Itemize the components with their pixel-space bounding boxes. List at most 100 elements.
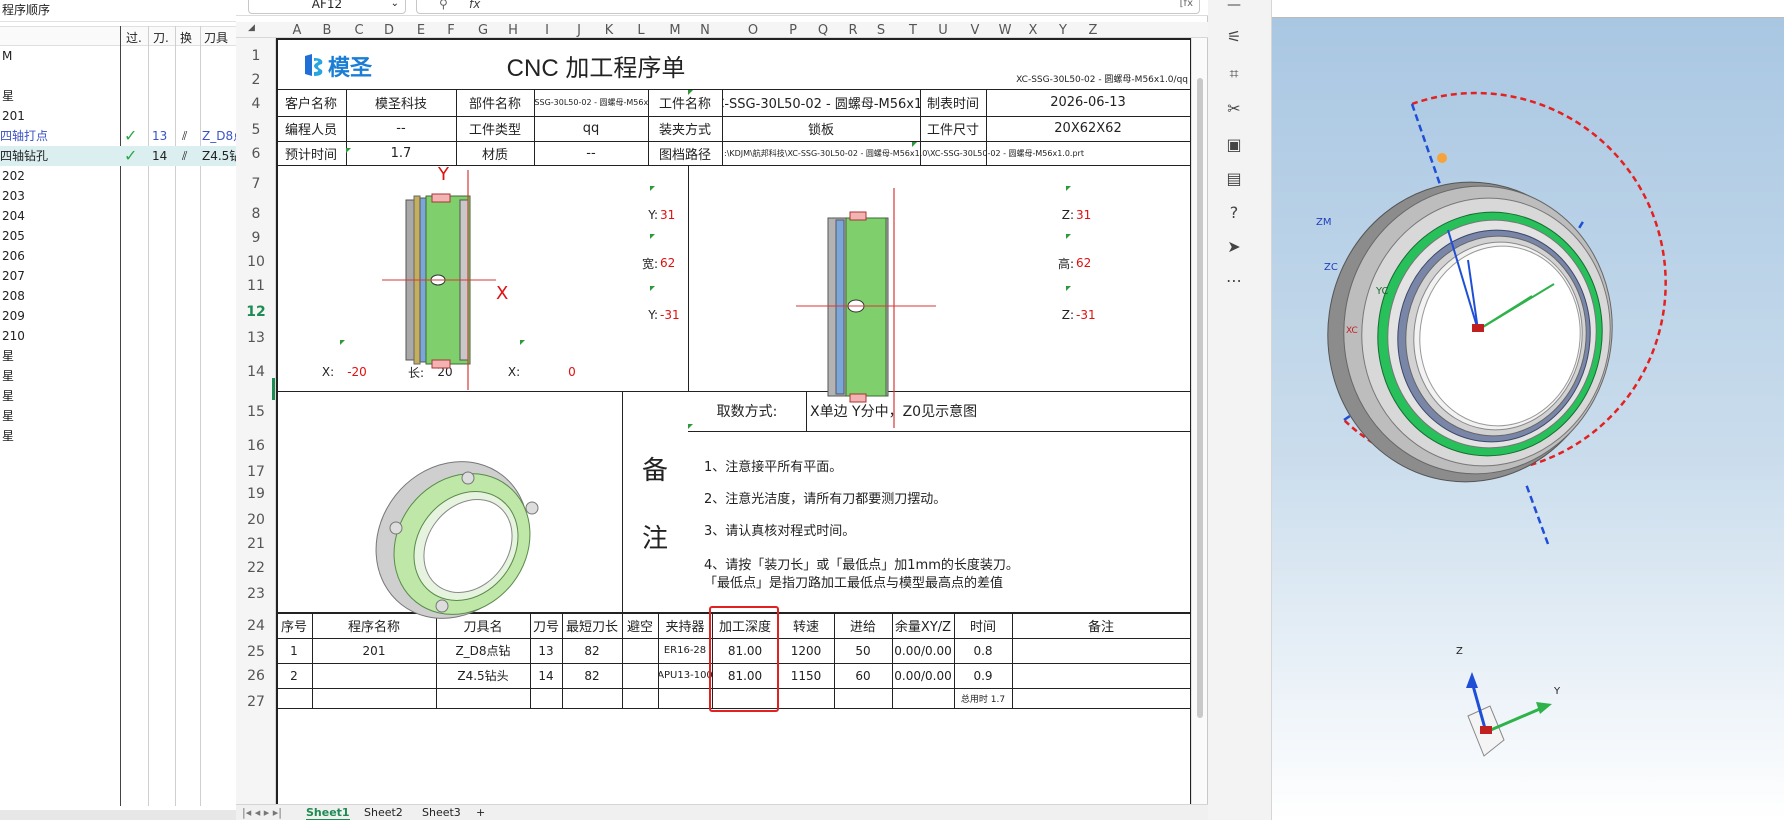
column-header[interactable]: 刀具 (204, 29, 228, 46)
table-cell[interactable]: 0.8 (954, 638, 1012, 663)
pointer-icon[interactable]: ➤ (1222, 234, 1246, 258)
navigator-row[interactable]: 201 (0, 106, 239, 126)
table-cell[interactable]: 201 (312, 638, 436, 663)
table-cell[interactable] (622, 638, 658, 663)
row-header[interactable]: 27 (236, 694, 276, 710)
table-cell[interactable]: ER16-28 (658, 638, 712, 663)
value-cell[interactable]: 模圣科技 (346, 89, 456, 116)
row-header[interactable]: 22 (236, 560, 276, 576)
value-cell[interactable]: 锁板 (722, 116, 920, 141)
row-header[interactable]: 14 (236, 364, 276, 380)
note-line[interactable]: 3、请认真核对程式时间。 (704, 520, 1184, 539)
navigator-row[interactable]: 207 (0, 266, 239, 286)
note-line[interactable]: 2、注意光洁度，请所有刀都要测刀摆动。 (704, 488, 1184, 507)
document-icon[interactable]: ▣ (1222, 132, 1246, 156)
table-cell[interactable]: 0.00/0.00 (892, 638, 954, 663)
label-cell[interactable]: 部件名称 (456, 89, 534, 116)
dim-value[interactable]: -20 (342, 363, 372, 381)
table-cell[interactable] (1012, 663, 1190, 688)
dim-label[interactable]: 高: (1048, 254, 1074, 272)
navigator-row[interactable]: 209 (0, 306, 239, 326)
navigator-row[interactable]: 星 (0, 386, 239, 406)
label-cell[interactable]: 工件尺寸 (920, 116, 986, 141)
3d-viewport[interactable]: ZM ZC YC XC Z Y (1272, 0, 1784, 820)
sliders-icon[interactable]: ⚟ (1222, 24, 1246, 48)
table-cell[interactable]: APU13-100 (658, 663, 712, 688)
row-header[interactable]: 17 (236, 464, 276, 480)
row-header[interactable]: 16 (236, 438, 276, 454)
row-header[interactable]: 8 (236, 206, 276, 222)
dim-value[interactable]: 31 (660, 206, 700, 224)
remarks-title[interactable]: 备 (622, 448, 688, 488)
column-header[interactable]: M (666, 23, 684, 38)
column-header[interactable]: S (872, 23, 890, 38)
column-header[interactable]: B (318, 23, 336, 38)
column-header[interactable]: R (844, 23, 862, 38)
row-header[interactable]: 19 (236, 486, 276, 502)
navigator-row[interactable] (0, 66, 239, 86)
value-cell[interactable]: -- (534, 141, 648, 165)
value-cell[interactable]: 2026-06-13 (986, 89, 1190, 116)
row-header[interactable]: 9 (236, 230, 276, 246)
column-header[interactable]: 刀. (153, 29, 169, 46)
note-line[interactable]: 4、请按「装刀长」或「最低点」加1mm的长度装刀。 (704, 554, 1184, 573)
row-header[interactable]: 5 (236, 122, 276, 138)
table-header[interactable]: 转速 (778, 613, 834, 638)
column-header[interactable]: K (600, 23, 618, 38)
label-cell[interactable]: 图档路径 (648, 141, 722, 165)
table-cell[interactable] (622, 663, 658, 688)
row-header[interactable]: 10 (236, 254, 276, 270)
value-cell[interactable]: 1.7 (346, 141, 456, 165)
navigator-row[interactable]: M (0, 46, 239, 66)
row-header[interactable]: 25 (236, 644, 276, 660)
navigator-row[interactable]: 210 (0, 326, 239, 346)
row-header[interactable]: 12 (236, 304, 276, 320)
table-header[interactable]: 余量XY/Z (892, 613, 954, 638)
label-cell[interactable]: 编程人员 (276, 116, 346, 141)
column-header[interactable]: A (288, 23, 306, 38)
dim-label[interactable]: 宽: (632, 254, 658, 272)
navigator-row[interactable]: 星 (0, 346, 239, 366)
navigator-row[interactable]: 四轴钻孔 ✓ 14 ⫽ Z4.5钻 (0, 146, 239, 166)
table-cell[interactable]: 2 (276, 663, 312, 688)
table-cell[interactable]: 60 (834, 663, 892, 688)
pickup-label[interactable]: 取数方式: (688, 391, 806, 431)
navigator-row[interactable]: 四轴打点 ✓ 13 ⫽ Z_D8点 (0, 126, 239, 146)
table-cell[interactable]: 14 (530, 663, 562, 688)
navigator-row[interactable]: 205 (0, 226, 239, 246)
tab-sheet3[interactable]: Sheet3 (422, 806, 461, 819)
row-header[interactable]: 23 (236, 586, 276, 602)
navigator-row[interactable]: 星 (0, 426, 239, 446)
value-cell[interactable]: XC-SSG-30L50-02 - 圆螺母-M56x1.0 (722, 89, 920, 116)
column-header[interactable]: G (474, 23, 492, 38)
tab-nav-arrows[interactable]: |◂ ◂ ▸ ▸| (242, 806, 282, 819)
table-cell[interactable]: 1 (276, 638, 312, 663)
column-header[interactable]: X (1024, 23, 1042, 38)
table-cell[interactable]: 13 (530, 638, 562, 663)
column-header[interactable]: P (784, 23, 802, 38)
table-header[interactable]: 进给 (834, 613, 892, 638)
table-header[interactable]: 序号 (276, 613, 312, 638)
column-header[interactable]: L (632, 23, 650, 38)
chevron-down-icon[interactable]: ⌄ (391, 0, 399, 13)
table-header[interactable]: 最短刀长 (562, 613, 622, 638)
column-header[interactable]: D (380, 23, 398, 38)
label-cell[interactable]: 工件类型 (456, 116, 534, 141)
label-cell[interactable]: 装夹方式 (648, 116, 722, 141)
table-cell[interactable]: 50 (834, 638, 892, 663)
dim-value[interactable]: 62 (1076, 254, 1116, 272)
label-cell[interactable]: 预计时间 (276, 141, 346, 165)
note-line[interactable]: 「最低点」是指刀路加工最低点与模型最高点的差值 (704, 572, 1184, 591)
select-all-icon[interactable]: ◢ (248, 23, 255, 33)
row-header[interactable]: 4 (236, 96, 276, 112)
navigator-row[interactable]: 星 (0, 406, 239, 426)
search-icon[interactable]: ⚲ (439, 0, 448, 13)
value-cell[interactable]: 20X62X62 (986, 116, 1190, 141)
label-cell[interactable]: 材质 (456, 141, 534, 165)
help-icon[interactable]: ? (1222, 200, 1246, 224)
sheet-grid[interactable]: 模圣 CNC 加工程序单 XC-SSG-30L50-02 - 圆螺母-M56x1… (276, 38, 1192, 808)
table-cell[interactable] (312, 663, 436, 688)
wrench-icon[interactable]: ✂ (1222, 96, 1246, 120)
column-header[interactable]: U (934, 23, 952, 38)
horizontal-scrollbar[interactable] (0, 810, 239, 820)
